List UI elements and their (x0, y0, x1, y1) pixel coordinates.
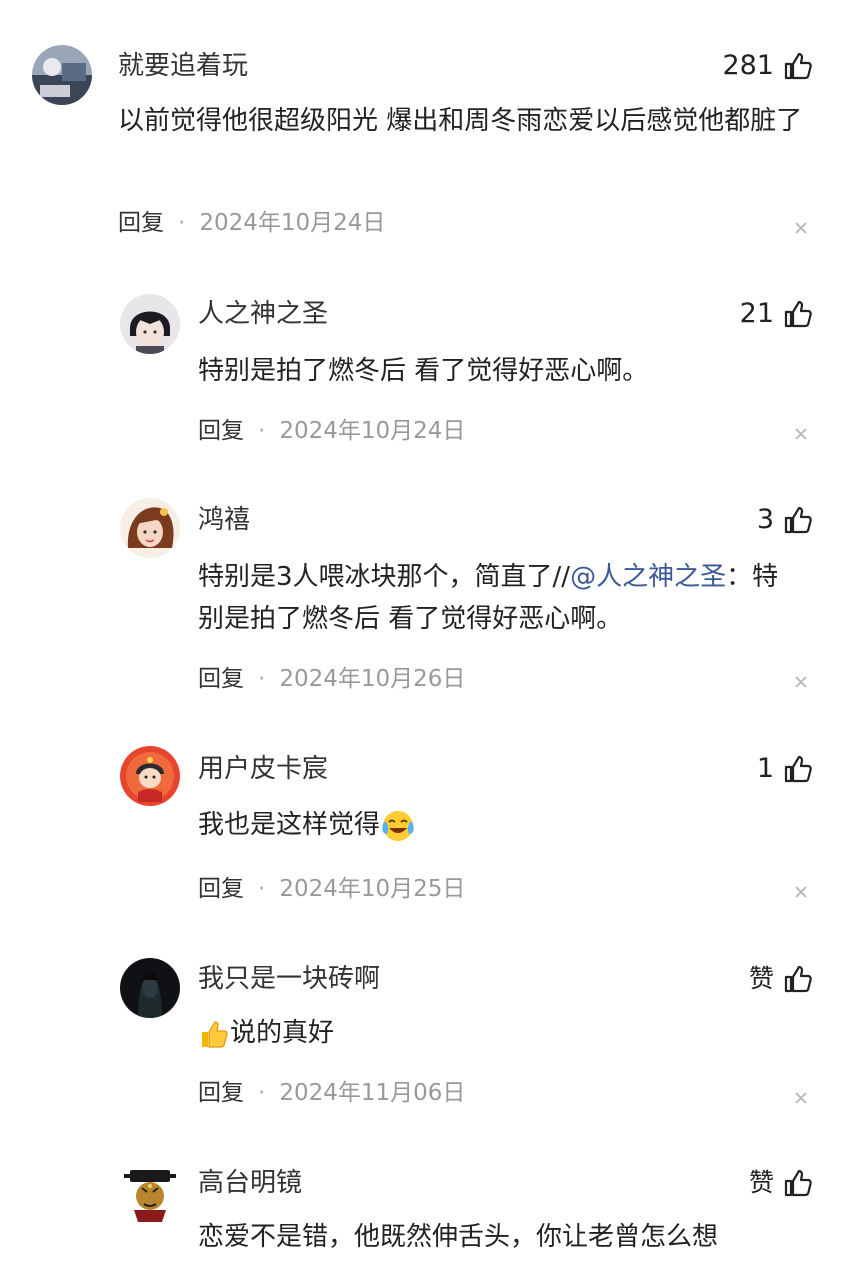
thumbs-up-emoji-icon (202, 1020, 228, 1048)
comment-text-part: 特别是3人喂冰块那个，简直了// (198, 562, 571, 592)
thumbs-up-icon[interactable] (782, 753, 814, 785)
comment-list: 就要追着玩 281 以前觉得他很超级阳光 爆出和周冬雨恋爱以后感觉他都脏了 回复… (0, 0, 848, 1276)
avatar[interactable] (32, 45, 92, 105)
comment-meta: 回复 · 2024年10月24日 (198, 416, 465, 446)
avatar-dark-icon (120, 958, 180, 1018)
username[interactable]: 用户皮卡宸 (198, 752, 328, 786)
comment-text: 以前觉得他很超级阳光 爆出和周冬雨恋爱以后感觉他都脏了 (118, 106, 803, 136)
separator-dot: · (258, 418, 266, 444)
like-button[interactable]: 1 (757, 752, 814, 786)
like-count: 281 (722, 50, 774, 81)
comment-item: 用户皮卡宸 1 我也是这样觉得 回复 · 2024年10月25日 (0, 730, 848, 940)
like-button[interactable]: 21 (740, 297, 814, 331)
avatar-anime-girl-icon (120, 498, 180, 558)
username[interactable]: 就要追着玩 (118, 49, 248, 83)
reply-button[interactable]: 回复 (198, 1080, 244, 1106)
comment-item: 我只是一块砖啊 赞 说的真好 回复 · 2024年11月06日 (0, 940, 848, 1146)
comment-item: 人之神之圣 21 特别是拍了燃冬后 看了觉得好恶心啊。 回复 · 2024年10月2… (0, 270, 848, 480)
avatar-cartoon-icon (120, 746, 180, 806)
thumbs-up-icon[interactable] (782, 504, 814, 536)
thumbs-up-icon[interactable] (782, 298, 814, 330)
comment-item: 高台明镜 赞 恋爱不是错，他既然伸舌头，你让老曾怎么想 (0, 1146, 848, 1276)
thumbs-up-icon[interactable] (782, 963, 814, 995)
avatar[interactable] (120, 294, 180, 354)
like-count: 21 (739, 298, 774, 329)
like-button[interactable]: 赞 (749, 1166, 814, 1200)
like-count: 3 (756, 504, 774, 535)
comment-date: 2024年11月06日 (279, 1080, 466, 1106)
comment-text-part: 我也是这样觉得 (198, 810, 381, 840)
comment-item: 就要追着玩 281 以前觉得他很超级阳光 爆出和周冬雨恋爱以后感觉他都脏了 回复… (0, 0, 848, 270)
avatar[interactable] (120, 746, 180, 806)
close-icon[interactable] (794, 1091, 808, 1105)
mention-link[interactable]: @人之神之圣 (570, 562, 726, 592)
like-count: 1 (756, 753, 774, 784)
comment-text: 特别是拍了燃冬后 看了觉得好恶心啊。 (198, 356, 649, 386)
laughing-crying-emoji-icon (382, 810, 414, 841)
avatar-anime-boy-icon (120, 294, 180, 354)
username[interactable]: 人之神之圣 (198, 297, 328, 331)
like-label: 赞 (748, 964, 774, 993)
comment-meta: 回复 · 2024年10月25日 (198, 874, 465, 904)
username[interactable]: 高台明镜 (198, 1166, 302, 1200)
avatar[interactable] (120, 958, 180, 1018)
comment-date: 2024年10月24日 (279, 418, 466, 444)
avatar-photo-icon (32, 45, 92, 105)
reply-button[interactable]: 回复 (198, 876, 244, 902)
avatar[interactable] (120, 498, 180, 558)
thumbs-up-icon[interactable] (782, 50, 814, 82)
separator-dot: · (258, 1080, 266, 1106)
separator-dot: · (258, 666, 266, 692)
comment-text: 恋爱不是错，他既然伸舌头，你让老曾怎么想 (198, 1222, 719, 1252)
comment-text: 说的真好 (198, 1012, 808, 1054)
reply-button[interactable]: 回复 (198, 666, 244, 692)
comment-meta: 回复 · 2024年10月24日 (118, 208, 385, 238)
avatar[interactable] (120, 1164, 180, 1224)
comment-meta: 回复 · 2024年11月06日 (198, 1078, 465, 1108)
like-label: 赞 (748, 1168, 774, 1197)
reply-button[interactable]: 回复 (118, 210, 164, 236)
like-button[interactable]: 3 (757, 503, 814, 537)
username[interactable]: 鸿禧 (198, 503, 250, 537)
like-button[interactable]: 281 (722, 49, 814, 83)
close-icon[interactable] (794, 427, 808, 441)
username[interactable]: 我只是一块砖啊 (198, 962, 380, 996)
thumbs-up-icon[interactable] (782, 1167, 814, 1199)
comment-meta: 回复 · 2024年10月26日 (198, 664, 465, 694)
comment-date: 2024年10月26日 (279, 666, 466, 692)
comment-text-part: 说的真好 (230, 1018, 335, 1048)
close-icon[interactable] (794, 885, 808, 899)
reply-button[interactable]: 回复 (198, 418, 244, 444)
comment-text: 我也是这样觉得 (198, 804, 808, 846)
separator-dot: · (258, 876, 266, 902)
comment-date: 2024年10月25日 (279, 876, 466, 902)
close-icon[interactable] (794, 675, 808, 689)
comment-text: 特别是3人喂冰块那个，简直了//@人之神之圣：特别是拍了燃冬后 看了觉得好恶心啊… (198, 556, 798, 640)
avatar-judge-icon (120, 1164, 180, 1224)
close-icon[interactable] (794, 221, 808, 235)
separator-dot: · (178, 210, 186, 236)
comment-date: 2024年10月24日 (199, 210, 386, 236)
like-button[interactable]: 赞 (749, 962, 814, 996)
comment-item: 鸿禧 3 特别是3人喂冰块那个，简直了//@人之神之圣：特别是拍了燃冬后 看了觉… (0, 480, 848, 730)
